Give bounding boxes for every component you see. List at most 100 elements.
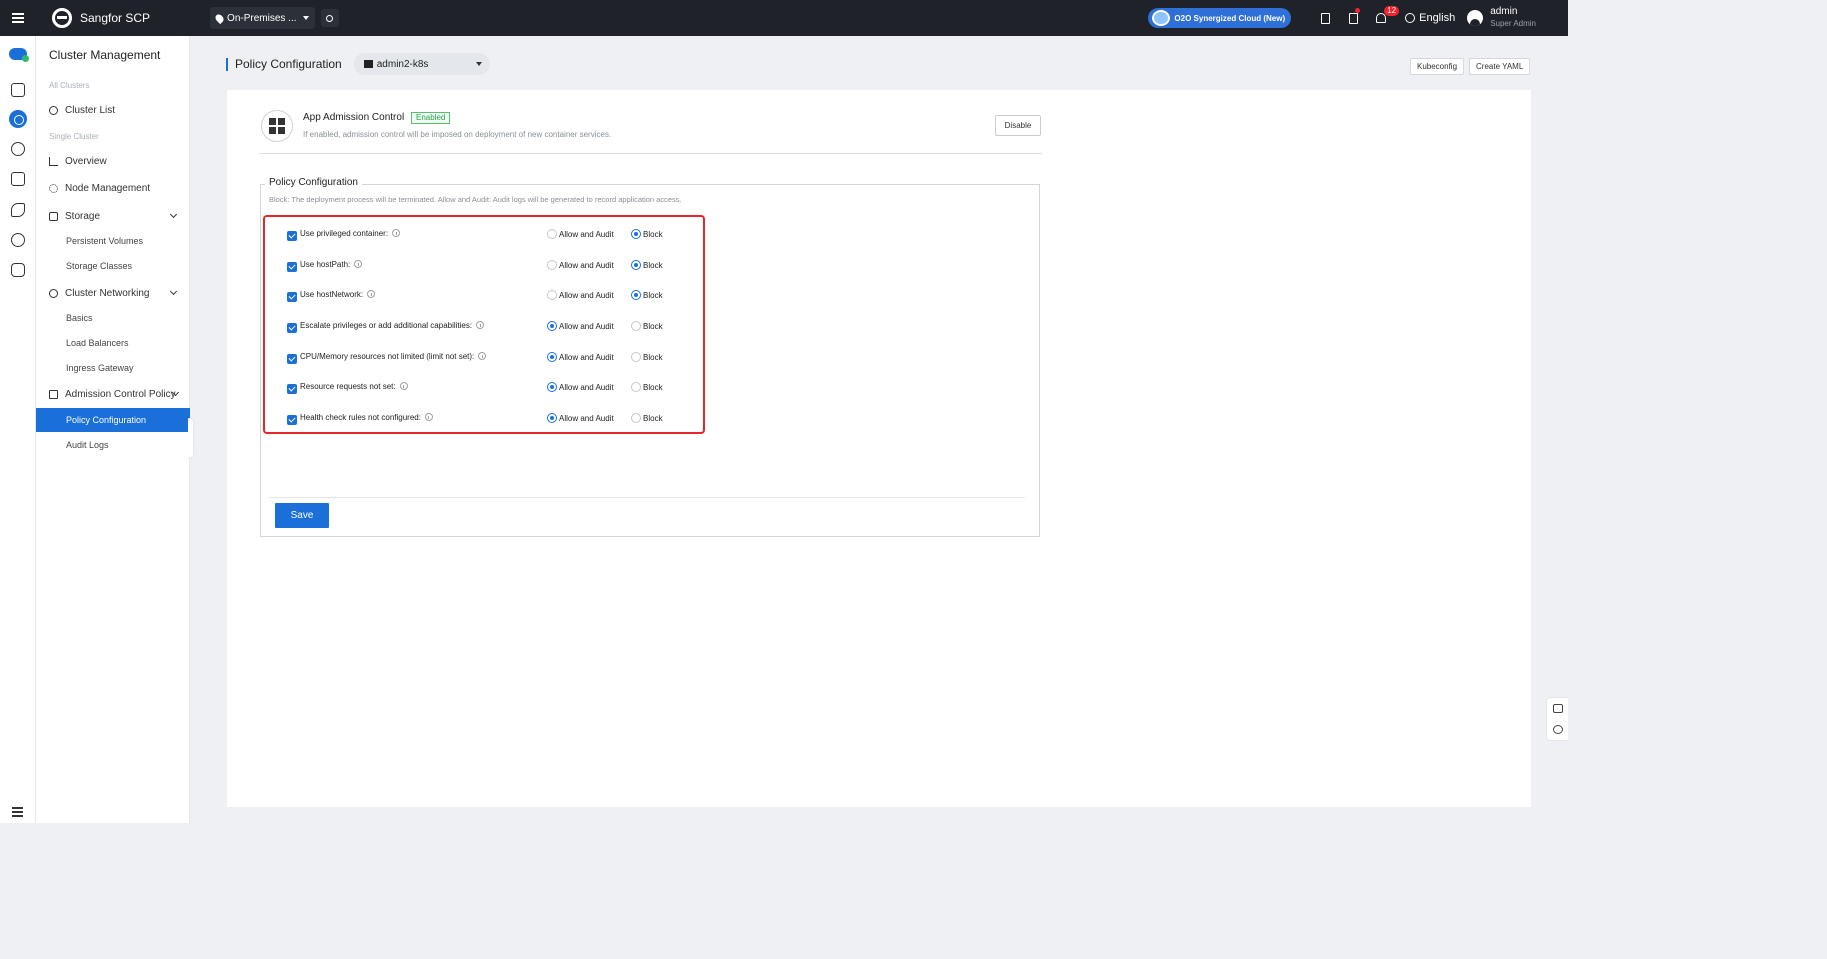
radio-circle-icon	[631, 382, 641, 392]
radio-label: Allow and Audit	[559, 413, 614, 423]
cloud-home-icon[interactable]	[9, 48, 29, 62]
cloud-icon	[1152, 10, 1171, 26]
admission-control-description: If enabled, admission control will be im…	[303, 130, 612, 139]
radio-allow[interactable]: Allow and Audit	[547, 321, 614, 331]
rule-checkbox[interactable]	[287, 262, 297, 272]
sidebar-collapse-handle[interactable]	[188, 418, 194, 458]
user-role: Super Admin	[1490, 19, 1536, 28]
sidebar-item-label: Cluster List	[65, 104, 116, 116]
rule-checkbox[interactable]	[287, 231, 297, 241]
kubeconfig-button[interactable]: Kubeconfig	[1410, 58, 1465, 75]
rule-checkbox[interactable]	[287, 415, 297, 425]
rule-label-text: Use hostNetwork:	[300, 290, 364, 299]
user-icon[interactable]	[11, 233, 25, 247]
rule-label-text: Use hostPath:	[300, 260, 351, 269]
sidebar: Cluster Management All Clusters Cluster …	[36, 36, 194, 823]
sidebar-item-label: Admission Control Policy	[65, 388, 176, 400]
sidebar-item-persistent-volumes[interactable]: Persistent Volumes	[36, 229, 190, 253]
radio-allow[interactable]: Allow and Audit	[547, 382, 614, 392]
rule-checkbox[interactable]	[287, 384, 297, 394]
radio-label: Allow and Audit	[559, 290, 614, 300]
info-icon[interactable]	[424, 413, 433, 421]
sidebar-item-node-management[interactable]: Node Management	[49, 178, 190, 198]
notifications-button[interactable]: 12	[1369, 0, 1400, 36]
alerts-button[interactable]	[1341, 0, 1365, 36]
radio-allow[interactable]: Allow and Audit	[547, 290, 614, 300]
sidebar-item-policy-configuration[interactable]: Policy Configuration	[36, 408, 190, 432]
brand-name: Sangfor SCP	[80, 11, 151, 25]
package-icon[interactable]	[11, 172, 25, 186]
o2o-cloud-label: O2O Synergized Cloud (New)	[1174, 13, 1286, 23]
sidebar-item-cluster-list[interactable]: Cluster List	[49, 100, 190, 120]
user-name: admin	[1490, 6, 1518, 17]
radio-block[interactable]: Block	[631, 413, 663, 423]
hamburger-menu-icon[interactable]	[0, 0, 36, 36]
rule-checkbox[interactable]	[287, 354, 297, 364]
radio-block[interactable]: Block	[631, 382, 663, 392]
policy-rule-row: Use hostPath: Allow and Audit Block	[287, 260, 687, 274]
info-icon[interactable]	[392, 229, 401, 237]
o2o-cloud-button[interactable]: O2O Synergized Cloud (New)	[1148, 8, 1292, 28]
info-icon[interactable]	[476, 321, 485, 329]
sidebar-item-audit-logs[interactable]: Audit Logs	[36, 433, 190, 457]
radio-label: Allow and Audit	[559, 382, 614, 392]
sidebar-item-load-balancers[interactable]: Load Balancers	[36, 331, 190, 355]
rule-label-text: Use privileged container:	[300, 229, 389, 238]
notes-icon[interactable]	[1553, 704, 1563, 713]
title-accent-bar	[226, 57, 228, 71]
radio-circle-icon	[547, 382, 557, 392]
storage-icon	[49, 211, 58, 221]
info-icon[interactable]	[367, 290, 376, 298]
rule-label: Escalate privileges or add additional ca…	[300, 321, 485, 330]
policy-list-icon	[49, 389, 58, 399]
radio-circle-icon	[547, 321, 557, 331]
radio-circle-icon	[631, 229, 641, 239]
radio-label: Allow and Audit	[559, 260, 614, 270]
status-badge: Enabled	[411, 112, 451, 124]
settings-icon[interactable]	[11, 263, 25, 277]
cluster-selector[interactable]: admin2-k8s	[353, 53, 490, 75]
location-selector[interactable]: On-Premises ...	[210, 7, 315, 29]
info-icon[interactable]	[399, 382, 408, 390]
radio-block[interactable]: Block	[631, 321, 663, 331]
radio-block[interactable]: Block	[631, 260, 663, 270]
rule-label: Use hostNetwork:	[300, 290, 376, 299]
sidebar-item-ingress-gateway[interactable]: Ingress Gateway	[36, 356, 190, 380]
rule-checkbox[interactable]	[287, 292, 297, 302]
disable-button[interactable]: Disable	[995, 115, 1041, 136]
radio-circle-icon	[547, 260, 557, 270]
radio-block[interactable]: Block	[631, 290, 663, 300]
info-icon[interactable]	[478, 352, 487, 360]
task-list-button[interactable]	[1313, 0, 1337, 36]
radio-allow[interactable]: Allow and Audit	[547, 352, 614, 362]
search-button[interactable]	[320, 9, 339, 27]
radio-allow[interactable]: Allow and Audit	[547, 260, 614, 270]
info-icon[interactable]	[354, 260, 363, 268]
user-menu[interactable]: admin Super Admin	[1467, 6, 1536, 30]
sidebar-item-label: Storage	[65, 210, 101, 222]
radio-allow[interactable]: Allow and Audit	[547, 229, 614, 239]
sidebar-item-overview[interactable]: Overview	[49, 151, 190, 171]
radio-block[interactable]: Block	[631, 229, 663, 239]
network-icon[interactable]	[11, 142, 25, 156]
radio-circle-icon	[547, 352, 557, 362]
monitor-icon[interactable]	[11, 83, 25, 97]
language-selector[interactable]: English	[1405, 12, 1455, 24]
sidebar-item-cluster-networking[interactable]: Cluster Networking	[49, 283, 190, 303]
cluster-selector-label: admin2-k8s	[376, 58, 429, 70]
collapse-menu-icon[interactable]	[12, 811, 23, 813]
radio-block[interactable]: Block	[631, 352, 663, 362]
wrench-icon[interactable]	[11, 203, 25, 217]
cluster-management-icon[interactable]	[9, 110, 27, 128]
support-headset-icon[interactable]	[1553, 725, 1563, 734]
save-button[interactable]: Save	[275, 503, 329, 528]
sidebar-item-admission-control-policy[interactable]: Admission Control Policy	[49, 384, 190, 404]
sidebar-item-storage[interactable]: Storage	[49, 206, 190, 226]
notification-count-badge: 12	[1384, 6, 1400, 16]
sidebar-item-storage-classes[interactable]: Storage Classes	[36, 254, 190, 278]
rule-checkbox[interactable]	[287, 323, 297, 333]
create-yaml-button[interactable]: Create YAML	[1469, 58, 1531, 75]
brand-logo[interactable]: Sangfor SCP	[52, 8, 150, 28]
radio-allow[interactable]: Allow and Audit	[547, 413, 614, 423]
sidebar-item-basics[interactable]: Basics	[36, 306, 190, 330]
